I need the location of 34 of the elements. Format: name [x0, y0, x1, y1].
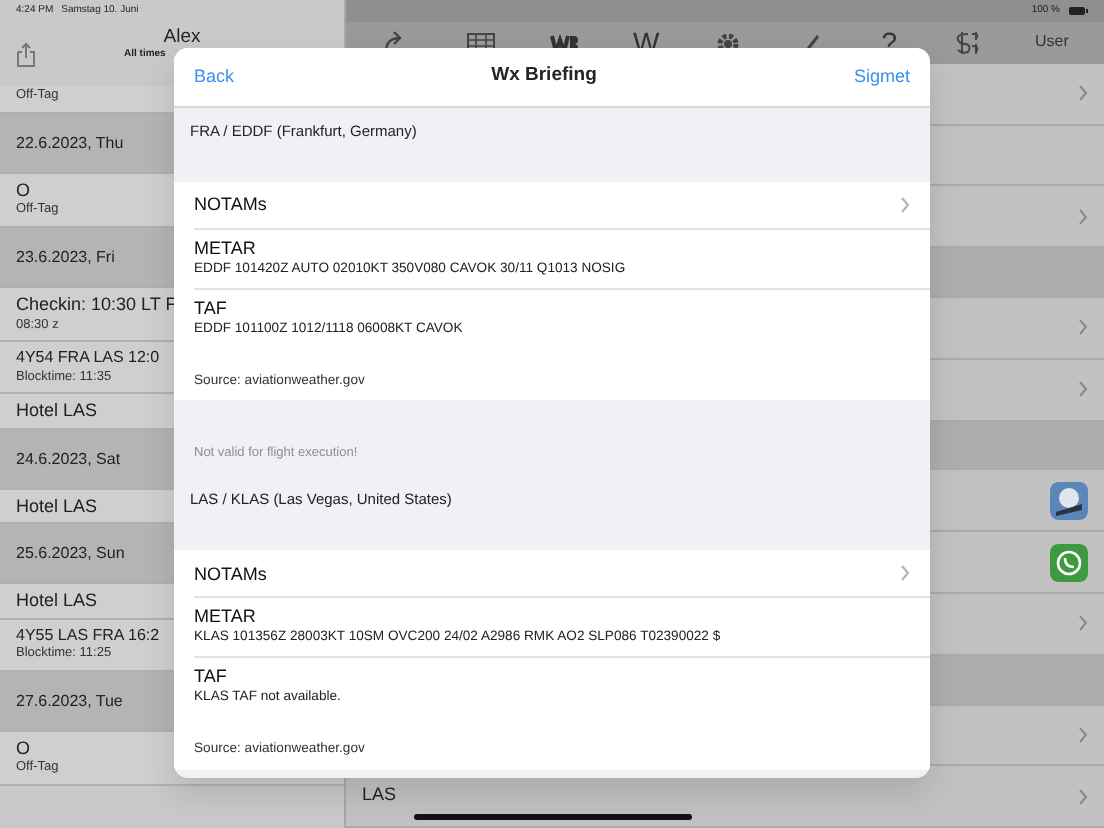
report-title: TAF: [194, 666, 229, 689]
app-icon[interactable]: [1050, 481, 1088, 520]
user-button[interactable]: User: [1035, 30, 1069, 55]
chevron-icon: [1078, 787, 1088, 806]
notams-link[interactable]: NOTAMs: [194, 563, 900, 585]
entry-title: 4Y55 LAS FRA 16:2: [16, 625, 160, 644]
entry-title: O: [16, 179, 31, 201]
chevron-icon: [1078, 380, 1088, 399]
date-label: 24.6.2023, Sat: [16, 449, 121, 468]
chevron-icon: [1078, 725, 1088, 744]
chevron-icon: [1078, 318, 1088, 337]
share-icon[interactable]: [16, 41, 36, 67]
battery-icon: [1068, 5, 1088, 16]
date-label: 22.6.2023, Thu: [16, 133, 124, 152]
sheet-title: Wx Briefing: [489, 62, 599, 91]
chevron-icon: [900, 564, 910, 583]
date-label: 23.6.2023, Fri: [16, 248, 115, 267]
chevron-icon: [1078, 84, 1088, 103]
entry-title: Hotel LAS: [16, 590, 98, 612]
entry-title: Hotel LAS: [16, 495, 98, 517]
sidebar-title: Alex: [163, 28, 201, 47]
row-title: LAS: [362, 782, 397, 809]
dollar-icon[interactable]: [951, 29, 982, 56]
entry-title: 4Y54 FRA LAS 12:0: [16, 348, 160, 367]
report-title: METAR: [194, 238, 258, 261]
report-title: TAF: [194, 298, 229, 321]
date-label: 25.6.2023, Sun: [16, 544, 125, 563]
chevron-icon: [1078, 614, 1088, 633]
date-label: 27.6.2023, Tue: [16, 691, 123, 710]
chevron-icon: [1078, 207, 1088, 226]
entry-title: Hotel LAS: [16, 400, 98, 422]
entry-title: O: [16, 737, 31, 759]
chevron-icon: [900, 196, 910, 215]
chat-app-icon[interactable]: [1050, 543, 1088, 581]
